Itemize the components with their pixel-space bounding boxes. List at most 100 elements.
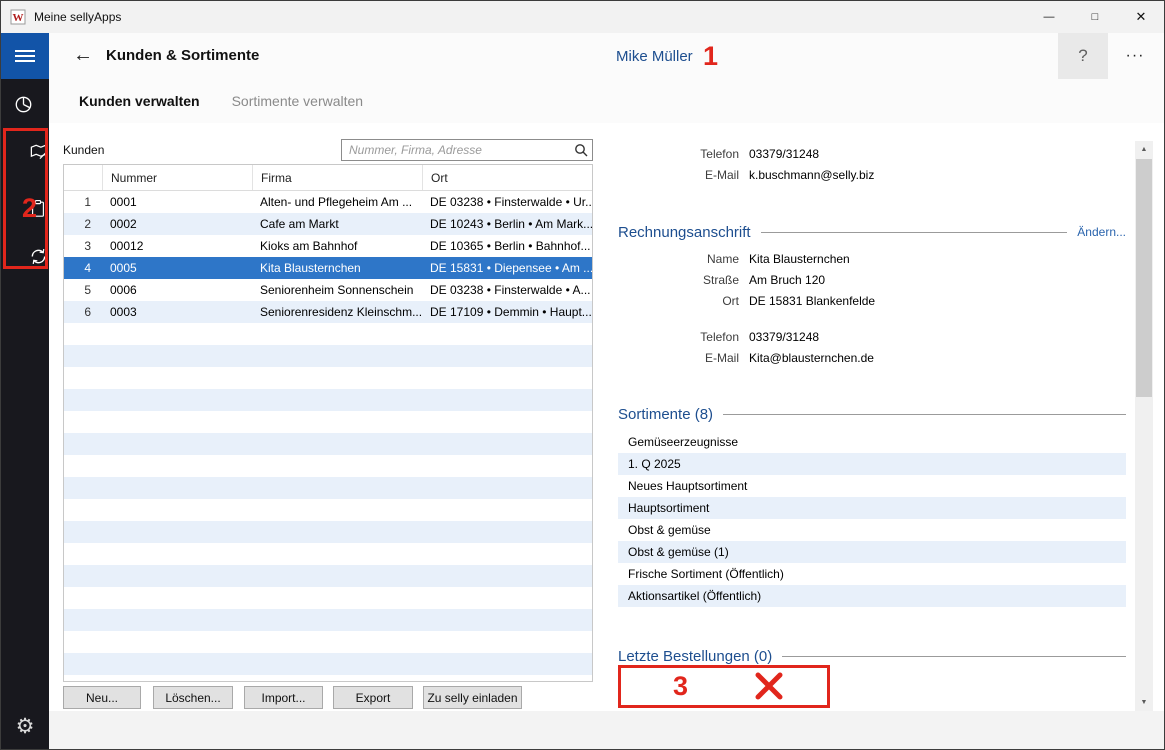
customer-row[interactable]: 3 00012 Kioks am Bahnhof DE 10365 • Berl… bbox=[64, 235, 592, 257]
section-letzte-bestellungen: Letzte Bestellungen (0) bbox=[618, 646, 1126, 666]
strasse-label: Straße bbox=[618, 273, 739, 287]
table-row-empty bbox=[64, 389, 592, 411]
sortiment-item[interactable]: Obst & gemüse (1) bbox=[618, 541, 1126, 563]
customer-row[interactable]: 1 0001 Alten- und Pflegeheim Am ... DE 0… bbox=[64, 191, 592, 213]
pie-chart-icon-button[interactable] bbox=[13, 94, 33, 114]
email-label: E-Mail bbox=[618, 168, 739, 182]
email-label: E-Mail bbox=[618, 351, 739, 365]
telefon-label: Telefon bbox=[618, 147, 739, 161]
detail-panel: Telefon 03379/31248 E-Mail k.buschmann@s… bbox=[618, 141, 1126, 666]
row-index: 1 bbox=[64, 195, 102, 209]
maximize-button[interactable]: □ bbox=[1072, 1, 1118, 33]
table-row-empty bbox=[64, 477, 592, 499]
section-rule bbox=[782, 656, 1126, 657]
invite-button[interactable]: Zu selly einladen bbox=[423, 686, 522, 709]
cell-nummer: 0005 bbox=[102, 261, 252, 275]
column-nummer[interactable]: Nummer bbox=[102, 165, 252, 190]
customer-row[interactable]: 2 0002 Cafe am Markt DE 10243 • Berlin •… bbox=[64, 213, 592, 235]
sortiment-item[interactable]: Gemüseerzeugnisse bbox=[618, 431, 1126, 453]
field-telefon: Telefon 03379/31248 bbox=[618, 143, 1126, 164]
column-ort[interactable]: Ort bbox=[422, 165, 592, 190]
delete-button[interactable]: Löschen... bbox=[153, 686, 233, 709]
section-rechnungsanschrift: Rechnungsanschrift Ändern... bbox=[618, 222, 1126, 242]
row-index: 6 bbox=[64, 305, 102, 319]
sortiment-item[interactable]: Hauptsortiment bbox=[618, 497, 1126, 519]
scroll-down-button[interactable]: ▼ bbox=[1135, 694, 1153, 711]
sortiment-item[interactable]: Obst & gemüse bbox=[618, 519, 1126, 541]
ort-value: DE 15831 Blankenfelde bbox=[749, 294, 875, 308]
pie-chart-icon bbox=[14, 95, 33, 114]
tab-sortimente-verwalten[interactable]: Sortimente verwalten bbox=[232, 93, 364, 109]
column-index bbox=[64, 165, 102, 190]
email-value: k.buschmann@selly.biz bbox=[749, 168, 874, 182]
import-button[interactable]: Import... bbox=[244, 686, 323, 709]
aendern-link[interactable]: Ändern... bbox=[1077, 225, 1126, 239]
field-strasse: Straße Am Bruch 120 bbox=[618, 269, 1126, 290]
sortiment-item[interactable]: Neues Hauptsortiment bbox=[618, 475, 1126, 497]
svg-text:W: W bbox=[13, 12, 24, 24]
field-name: Name Kita Blausternchen bbox=[618, 248, 1126, 269]
field-email: E-Mail k.buschmann@selly.biz bbox=[618, 164, 1126, 185]
column-firma[interactable]: Firma bbox=[252, 165, 422, 190]
customer-row[interactable]: 5 0006 Seniorenheim Sonnenschein DE 0323… bbox=[64, 279, 592, 301]
table-row-empty bbox=[64, 323, 592, 345]
strasse-value: Am Bruch 120 bbox=[749, 273, 825, 287]
table-row-empty bbox=[64, 345, 592, 367]
row-index: 2 bbox=[64, 217, 102, 231]
hamburger-icon bbox=[15, 49, 35, 63]
tab-kunden-verwalten[interactable]: Kunden verwalten bbox=[79, 93, 200, 109]
new-button[interactable]: Neu... bbox=[63, 686, 141, 709]
app-window: W Meine sellyApps — □ ✕ ⚙ ← Kunden & Sor… bbox=[0, 0, 1165, 750]
customer-table-body: 1 0001 Alten- und Pflegeheim Am ... DE 0… bbox=[64, 191, 592, 682]
more-options-button[interactable]: ··· bbox=[1114, 33, 1156, 79]
scroll-up-button[interactable]: ▲ bbox=[1135, 141, 1153, 158]
table-row-empty bbox=[64, 609, 592, 631]
telefon-value: 03379/31248 bbox=[749, 330, 819, 344]
cell-nummer: 0002 bbox=[102, 217, 252, 231]
table-row-empty bbox=[64, 367, 592, 389]
cell-ort: DE 03238 • Finsterwalde • A... bbox=[422, 283, 592, 297]
rechnungsanschrift-title: Rechnungsanschrift bbox=[618, 224, 751, 241]
field-email-2: E-Mail Kita@blausternchen.de bbox=[618, 347, 1126, 368]
annotation-x-icon bbox=[753, 670, 785, 702]
sortiment-item[interactable]: Frische Sortiment (Öffentlich) bbox=[618, 563, 1126, 585]
cell-firma: Kioks am Bahnhof bbox=[252, 239, 422, 253]
scroll-thumb[interactable] bbox=[1136, 159, 1152, 397]
minimize-button[interactable]: — bbox=[1026, 1, 1072, 33]
sortiment-item[interactable]: 1. Q 2025 bbox=[618, 453, 1126, 475]
settings-gear-icon-button[interactable]: ⚙ bbox=[11, 713, 39, 739]
help-button[interactable]: ? bbox=[1058, 33, 1108, 79]
customer-row-selected[interactable]: 4 0005 Kita Blausternchen DE 15831 • Die… bbox=[64, 257, 592, 279]
annotation-marker-3: 3 bbox=[673, 673, 688, 700]
back-arrow-button[interactable]: ← bbox=[73, 44, 93, 67]
cell-nummer: 0001 bbox=[102, 195, 252, 209]
cell-ort: DE 03238 • Finsterwalde • Ur... bbox=[422, 195, 592, 209]
hamburger-menu-button[interactable] bbox=[1, 33, 49, 79]
table-row-empty bbox=[64, 433, 592, 455]
search-input[interactable] bbox=[341, 139, 593, 161]
annotation-box-3 bbox=[618, 665, 830, 708]
cell-ort: DE 17109 • Demmin • Haupt... bbox=[422, 305, 592, 319]
customer-row[interactable]: 6 0003 Seniorenresidenz Kleinschm... DE … bbox=[64, 301, 592, 323]
table-row-empty bbox=[64, 499, 592, 521]
export-button[interactable]: Export bbox=[333, 686, 413, 709]
titlebar: W Meine sellyApps — □ ✕ bbox=[1, 1, 1164, 33]
table-row-empty bbox=[64, 543, 592, 565]
row-index: 4 bbox=[64, 261, 102, 275]
close-button[interactable]: ✕ bbox=[1118, 1, 1164, 33]
row-index: 5 bbox=[64, 283, 102, 297]
user-name[interactable]: Mike Müller bbox=[616, 48, 693, 65]
cell-firma: Alten- und Pflegeheim Am ... bbox=[252, 195, 422, 209]
search-icon bbox=[574, 143, 588, 157]
table-row-empty bbox=[64, 675, 592, 682]
cell-nummer: 0003 bbox=[102, 305, 252, 319]
customers-label: Kunden bbox=[63, 143, 104, 157]
table-row-empty bbox=[64, 587, 592, 609]
page-title: Kunden & Sortimente bbox=[106, 47, 259, 64]
vertical-scrollbar[interactable]: ▲ ▼ bbox=[1135, 141, 1153, 711]
cell-firma: Seniorenheim Sonnenschein bbox=[252, 283, 422, 297]
field-telefon-2: Telefon 03379/31248 bbox=[618, 326, 1126, 347]
table-row-empty bbox=[64, 631, 592, 653]
window-controls: — □ ✕ bbox=[1026, 1, 1164, 33]
sortiment-item[interactable]: Aktionsartikel (Öffentlich) bbox=[618, 585, 1126, 607]
